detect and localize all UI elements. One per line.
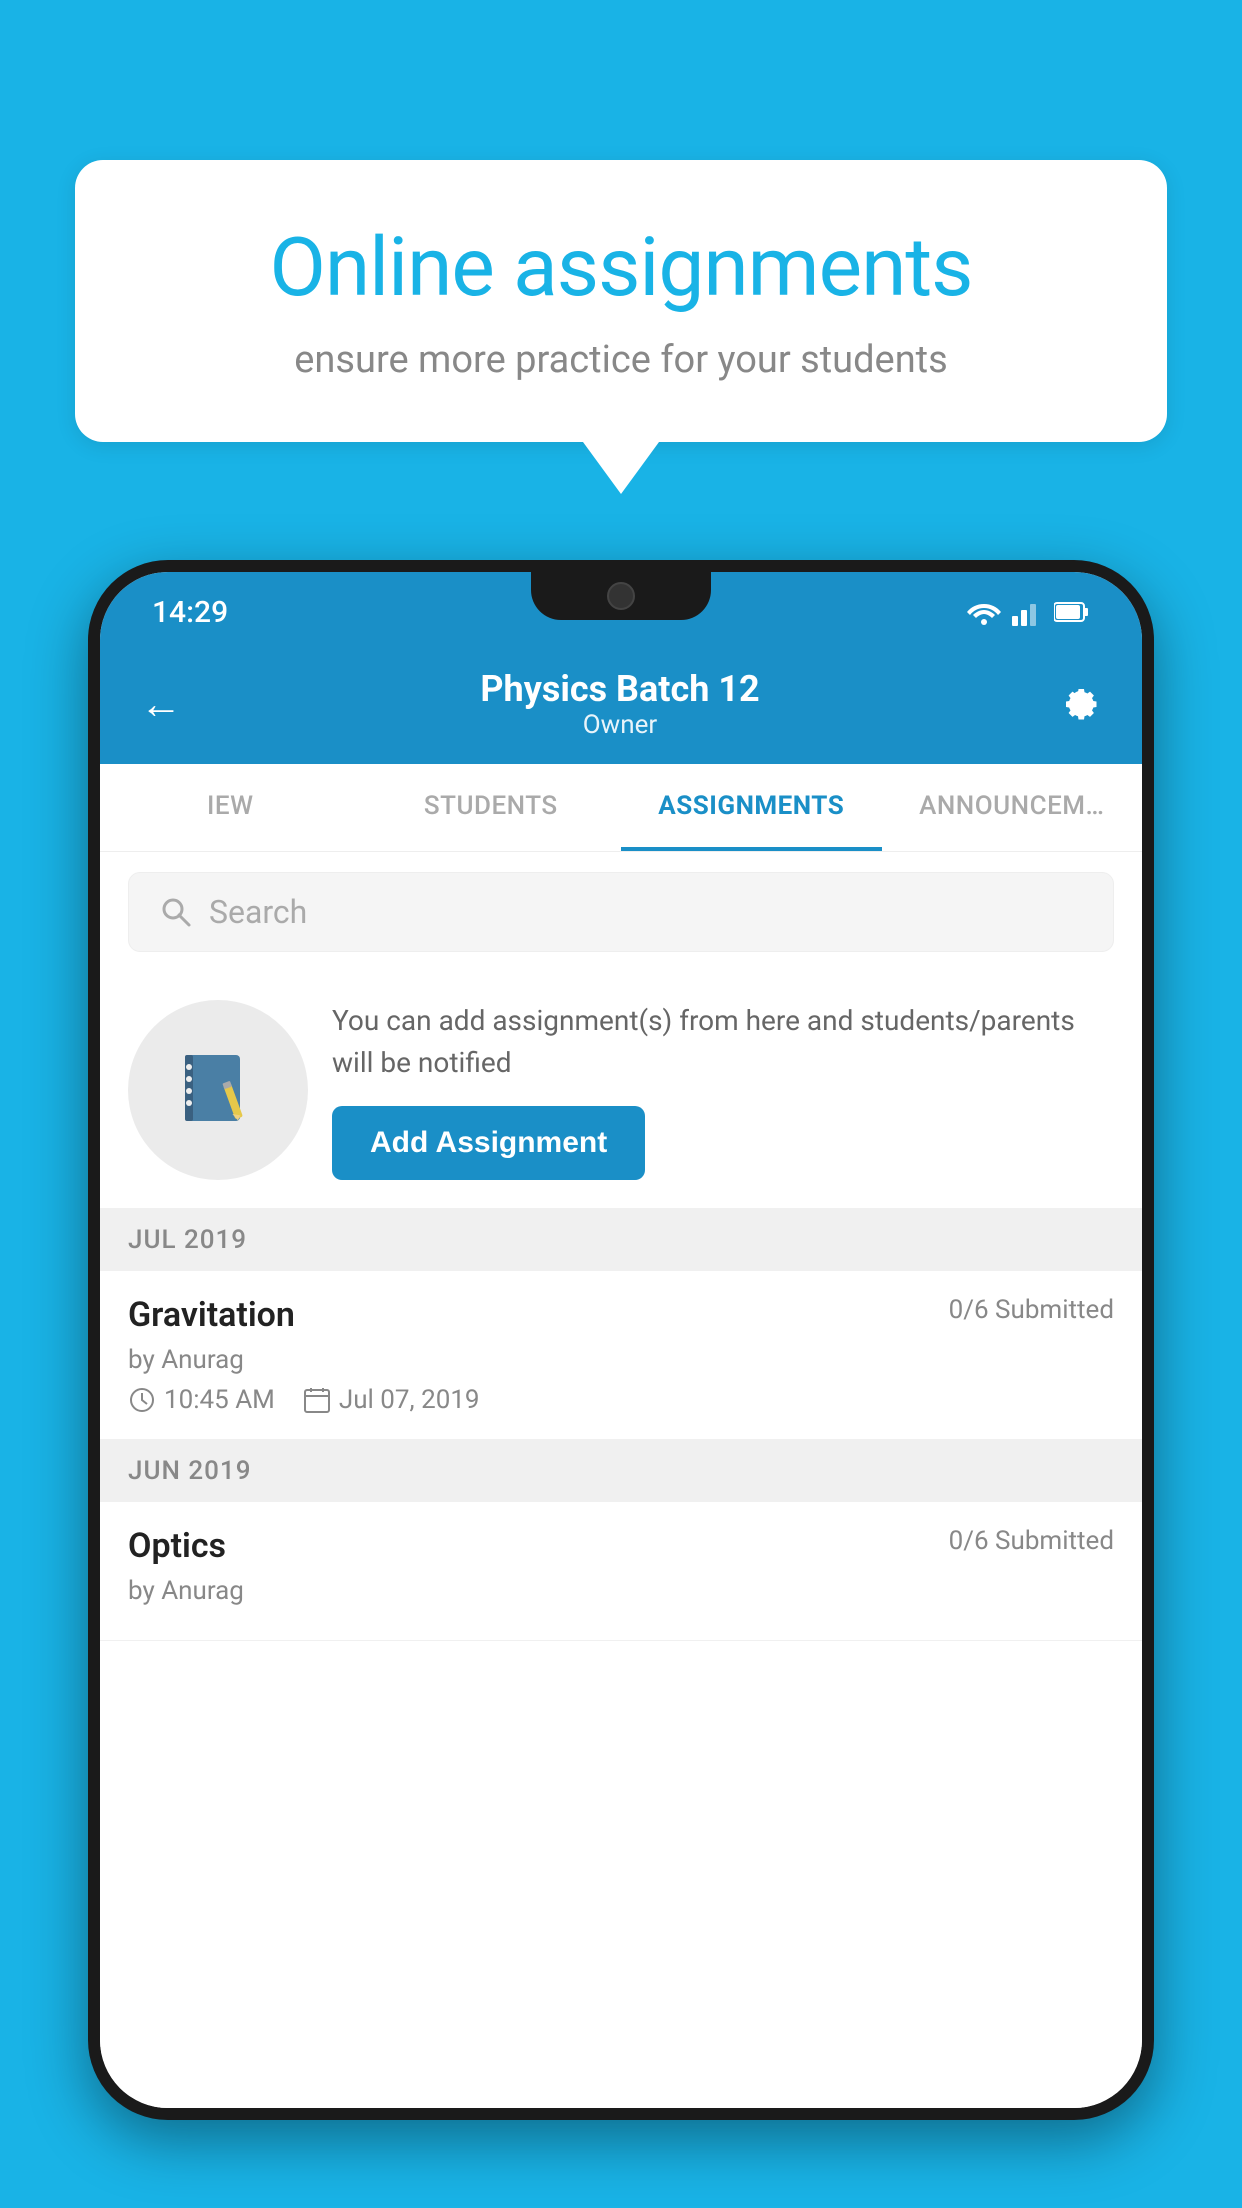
meta-date: Jul 07, 2019 xyxy=(303,1385,480,1415)
search-bar[interactable]: Search xyxy=(128,872,1114,952)
month-separator-jun: JUN 2019 xyxy=(100,1440,1142,1502)
clock-icon xyxy=(128,1386,156,1414)
status-icons xyxy=(966,598,1090,626)
speech-bubble-subtitle: ensure more practice for your students xyxy=(145,338,1097,382)
tab-students[interactable]: STUDENTS xyxy=(361,764,622,851)
promo-text: You can add assignment(s) from here and … xyxy=(332,1000,1114,1084)
phone-screen: 14:29 xyxy=(100,572,1142,2108)
assignment-submitted: 0/6 Submitted xyxy=(949,1295,1114,1325)
speech-bubble-arrow xyxy=(583,442,659,494)
assignment-row1: Gravitation 0/6 Submitted xyxy=(128,1295,1114,1335)
speech-bubble: Online assignments ensure more practice … xyxy=(75,160,1167,442)
assignment-meta: 10:45 AM Jul 07, 2019 xyxy=(128,1385,1114,1415)
month-separator-jul: JUL 2019 xyxy=(100,1209,1142,1271)
header-center: Physics Batch 12 Owner xyxy=(182,668,1058,740)
speech-bubble-container: Online assignments ensure more practice … xyxy=(75,160,1167,494)
tabs-bar: IEW STUDENTS ASSIGNMENTS ANNOUNCEM… xyxy=(100,764,1142,852)
header-subtitle: Owner xyxy=(182,710,1058,740)
promo-section: You can add assignment(s) from here and … xyxy=(100,972,1142,1209)
header-title: Physics Batch 12 xyxy=(182,668,1058,710)
back-button[interactable]: ← xyxy=(140,680,182,729)
search-placeholder-text: Search xyxy=(209,893,307,931)
notebook-icon xyxy=(173,1045,263,1135)
meta-time: 10:45 AM xyxy=(128,1385,275,1415)
assignment-submitted-optics: 0/6 Submitted xyxy=(949,1526,1114,1556)
status-time: 14:29 xyxy=(152,595,228,630)
assignment-author: by Anurag xyxy=(128,1345,1114,1375)
tab-announcements[interactable]: ANNOUNCEM… xyxy=(882,764,1143,851)
phone-notch xyxy=(531,572,711,620)
assignment-item-optics[interactable]: Optics 0/6 Submitted by Anurag xyxy=(100,1502,1142,1641)
add-assignment-button[interactable]: Add Assignment xyxy=(332,1106,645,1180)
calendar-icon xyxy=(303,1386,331,1414)
assignment-name: Gravitation xyxy=(128,1295,295,1335)
assignment-item-gravitation[interactable]: Gravitation 0/6 Submitted by Anurag 10:4… xyxy=(100,1271,1142,1440)
search-container: Search xyxy=(100,852,1142,972)
tab-assignments[interactable]: ASSIGNMENTS xyxy=(621,764,882,851)
settings-button[interactable] xyxy=(1058,677,1102,731)
app-header: ← Physics Batch 12 Owner xyxy=(100,644,1142,764)
assignment-name-optics: Optics xyxy=(128,1526,226,1566)
phone-outer: 14:29 xyxy=(88,560,1154,2120)
phone-container: 14:29 xyxy=(88,560,1154,2208)
promo-icon-circle xyxy=(128,1000,308,1180)
promo-content: You can add assignment(s) from here and … xyxy=(332,1000,1114,1180)
assignment-row1-optics: Optics 0/6 Submitted xyxy=(128,1526,1114,1566)
signal-icon xyxy=(1012,598,1044,626)
tab-overview[interactable]: IEW xyxy=(100,764,361,851)
battery-icon xyxy=(1054,601,1090,623)
speech-bubble-title: Online assignments xyxy=(145,220,1097,316)
gear-icon xyxy=(1058,677,1102,721)
screen-content: Search xyxy=(100,852,1142,2108)
wifi-icon xyxy=(966,598,1002,626)
assignment-author-optics: by Anurag xyxy=(128,1576,1114,1606)
phone-camera xyxy=(607,582,635,610)
search-icon xyxy=(159,895,193,929)
